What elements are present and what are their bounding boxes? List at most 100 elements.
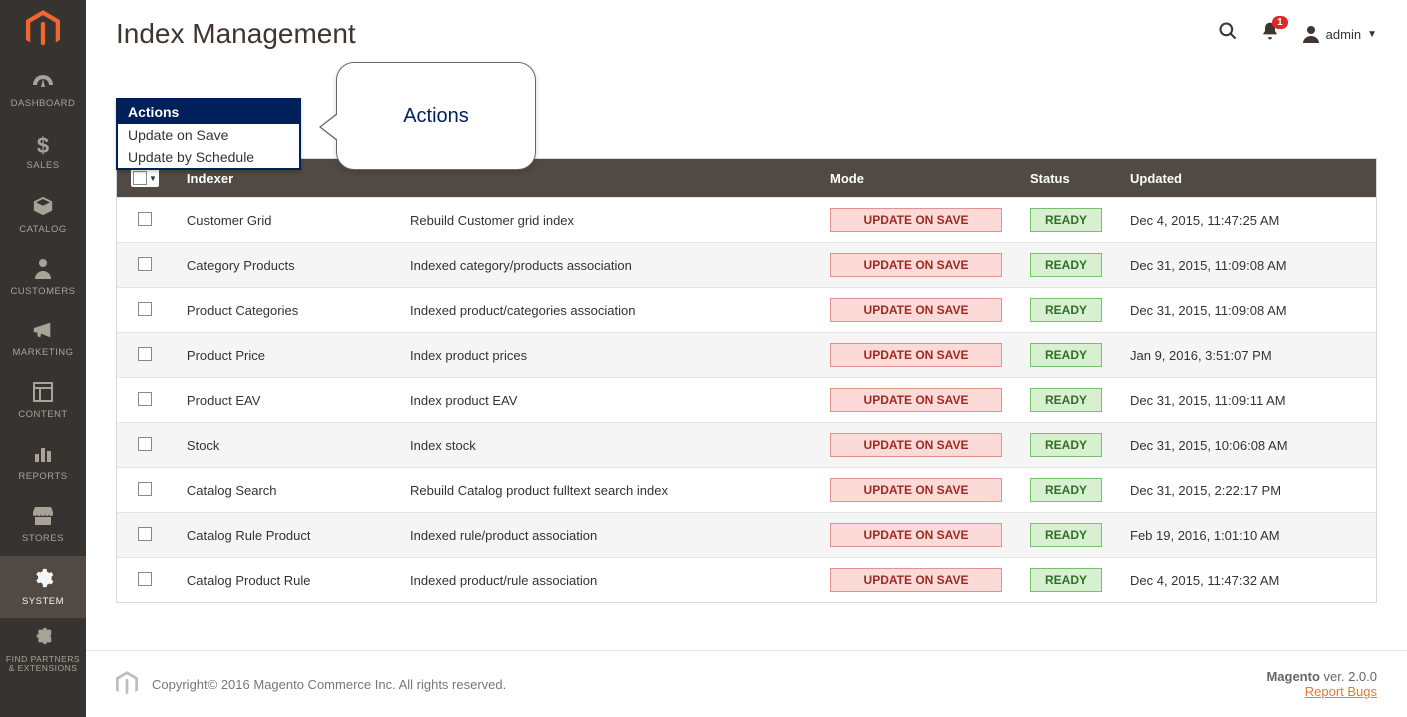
cell-indexer: Catalog Product Rule [173, 558, 396, 603]
mode-badge: UPDATE ON SAVE [830, 433, 1002, 457]
page-footer: Copyright© 2016 Magento Commerce Inc. Al… [86, 650, 1407, 717]
dollar-icon: $ [37, 135, 49, 157]
cell-status: READY [1016, 243, 1116, 288]
cell-updated: Dec 31, 2015, 11:09:08 AM [1116, 243, 1376, 288]
sidebar-item-marketing[interactable]: MARKETING [0, 308, 86, 370]
cell-status: READY [1016, 468, 1116, 513]
user-icon [1302, 25, 1320, 43]
mode-badge: UPDATE ON SAVE [830, 388, 1002, 412]
actions-callout-label: Actions [403, 105, 469, 128]
row-checkbox[interactable] [138, 527, 152, 541]
sidebar-item-reports[interactable]: REPORTS [0, 432, 86, 494]
table-row: Product CategoriesIndexed product/catego… [117, 288, 1376, 333]
status-badge: READY [1030, 568, 1102, 592]
sidebar-item-label: MARKETING [13, 348, 74, 358]
header-actions: 1 admin ▼ [1218, 20, 1377, 48]
user-label: admin [1326, 27, 1361, 42]
cell-description: Rebuild Catalog product fulltext search … [396, 468, 816, 513]
cell-status: READY [1016, 558, 1116, 603]
table-row: Catalog Rule ProductIndexed rule/product… [117, 513, 1376, 558]
cell-description: Index product EAV [396, 378, 816, 423]
cell-updated: Dec 31, 2015, 11:09:08 AM [1116, 288, 1376, 333]
cell-indexer: Product EAV [173, 378, 396, 423]
status-badge: READY [1030, 208, 1102, 232]
sidebar-item-label: CONTENT [18, 410, 67, 420]
sidebar-item-stores[interactable]: STORES [0, 494, 86, 556]
cell-updated: Dec 31, 2015, 10:06:08 AM [1116, 423, 1376, 468]
cell-mode: UPDATE ON SAVE [816, 243, 1016, 288]
cell-indexer: Catalog Search [173, 468, 396, 513]
row-checkbox[interactable] [138, 482, 152, 496]
row-checkbox[interactable] [138, 572, 152, 586]
notification-count-badge: 1 [1272, 16, 1288, 29]
sidebar-item-partners[interactable]: FIND PARTNERS & EXTENSIONS [0, 618, 86, 680]
cell-mode: UPDATE ON SAVE [816, 333, 1016, 378]
cell-mode: UPDATE ON SAVE [816, 558, 1016, 603]
column-header-mode[interactable]: Mode [816, 159, 1016, 198]
report-bugs-link[interactable]: Report Bugs [1305, 684, 1377, 699]
mode-badge: UPDATE ON SAVE [830, 523, 1002, 547]
cell-description: Index product prices [396, 333, 816, 378]
cell-description: Indexed rule/product association [396, 513, 816, 558]
status-badge: READY [1030, 253, 1102, 277]
grid-header-row: ▼ Indexer Mode Status Updated [117, 159, 1376, 198]
cell-status: READY [1016, 288, 1116, 333]
cell-indexer: Category Products [173, 243, 396, 288]
status-badge: READY [1030, 523, 1102, 547]
gear-icon [32, 567, 54, 593]
cell-indexer: Stock [173, 423, 396, 468]
cell-updated: Dec 31, 2015, 2:22:17 PM [1116, 468, 1376, 513]
table-row: Catalog Product RuleIndexed product/rule… [117, 558, 1376, 603]
sidebar-item-system[interactable]: SYSTEM [0, 556, 86, 618]
row-checkbox[interactable] [138, 347, 152, 361]
mode-badge: UPDATE ON SAVE [830, 208, 1002, 232]
column-header-updated[interactable]: Updated [1116, 159, 1376, 198]
page-title: Index Management [116, 18, 356, 50]
sidebar-item-label: CUSTOMERS [10, 287, 75, 297]
column-header-status[interactable]: Status [1016, 159, 1116, 198]
cell-updated: Dec 4, 2015, 11:47:25 AM [1116, 198, 1376, 243]
cell-status: READY [1016, 513, 1116, 558]
sidebar-item-sales[interactable]: $ SALES [0, 122, 86, 184]
row-checkbox[interactable] [138, 392, 152, 406]
cell-updated: Jan 9, 2016, 3:51:07 PM [1116, 333, 1376, 378]
footer-brand: Magento [1266, 669, 1319, 684]
cell-indexer: Product Price [173, 333, 396, 378]
storefront-icon [32, 506, 54, 530]
notifications-icon[interactable]: 1 [1260, 20, 1280, 48]
mode-badge: UPDATE ON SAVE [830, 478, 1002, 502]
row-checkbox[interactable] [138, 302, 152, 316]
sidebar-item-content[interactable]: CONTENT [0, 370, 86, 432]
search-icon[interactable] [1218, 21, 1238, 47]
cell-mode: UPDATE ON SAVE [816, 468, 1016, 513]
table-row: Category ProductsIndexed category/produc… [117, 243, 1376, 288]
sidebar-item-dashboard[interactable]: DASHBOARD [0, 60, 86, 122]
cell-status: READY [1016, 423, 1116, 468]
actions-option-update-by-schedule[interactable]: Update by Schedule [118, 146, 299, 168]
cell-mode: UPDATE ON SAVE [816, 378, 1016, 423]
select-all-checkbox[interactable] [133, 171, 147, 185]
cell-status: READY [1016, 378, 1116, 423]
row-checkbox[interactable] [138, 212, 152, 226]
person-icon [34, 257, 52, 283]
chevron-down-icon: ▼ [149, 174, 157, 183]
magento-logo[interactable] [0, 0, 86, 60]
cell-description: Index stock [396, 423, 816, 468]
cell-mode: UPDATE ON SAVE [816, 423, 1016, 468]
user-menu[interactable]: admin ▼ [1302, 25, 1377, 43]
cell-updated: Dec 4, 2015, 11:47:32 AM [1116, 558, 1376, 603]
cell-updated: Dec 31, 2015, 11:09:11 AM [1116, 378, 1376, 423]
status-badge: READY [1030, 388, 1102, 412]
actions-dropdown-header: Actions [118, 100, 299, 124]
magento-logo-icon [116, 671, 138, 697]
main-content: Index Management 1 admin ▼ Actions Updat… [86, 0, 1407, 717]
layout-icon [33, 382, 53, 406]
row-checkbox[interactable] [138, 437, 152, 451]
actions-option-update-on-save[interactable]: Update on Save [118, 124, 299, 146]
sidebar-item-label: REPORTS [18, 472, 67, 482]
sidebar-item-label: DASHBOARD [11, 99, 76, 109]
actions-dropdown[interactable]: Actions Update on Save Update by Schedul… [116, 98, 301, 170]
sidebar-item-catalog[interactable]: CATALOG [0, 184, 86, 246]
sidebar-item-customers[interactable]: CUSTOMERS [0, 246, 86, 308]
row-checkbox[interactable] [138, 257, 152, 271]
